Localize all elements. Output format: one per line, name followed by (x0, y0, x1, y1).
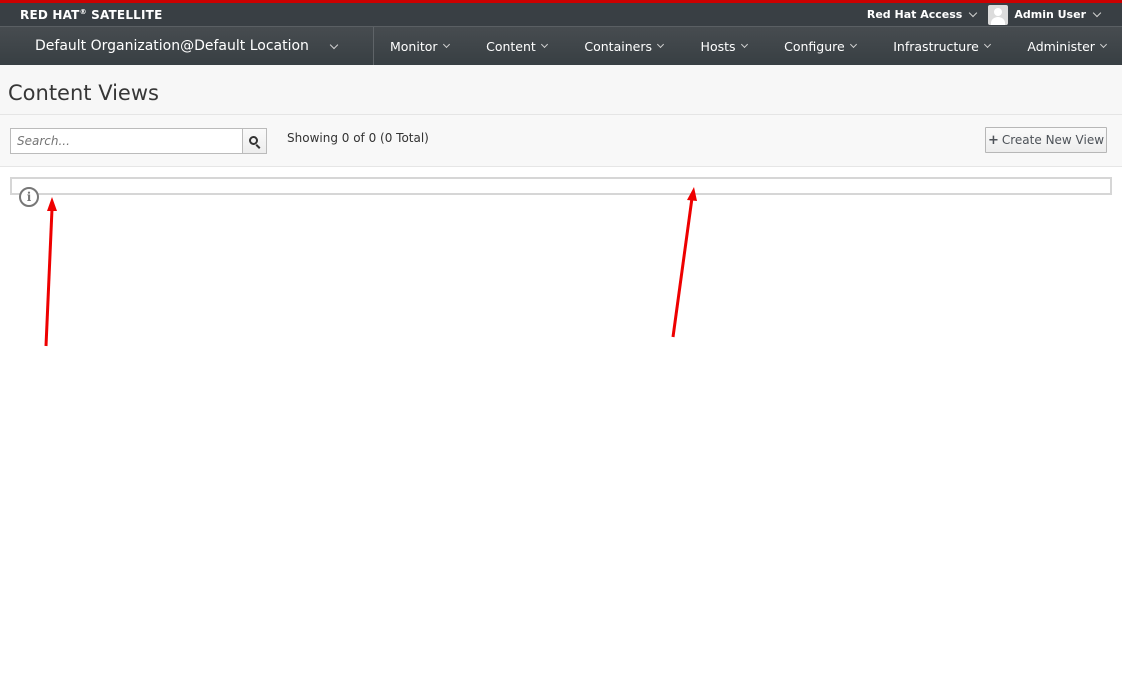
red-hat-access-label: Red Hat Access (866, 8, 963, 21)
chevron-down-icon (969, 8, 978, 18)
info-icon: i (19, 187, 39, 207)
org-location-label: Default Organization@Default Location (35, 38, 309, 54)
create-new-view-button[interactable]: + Create New View (985, 127, 1107, 153)
brand-logo[interactable]: RED HAT® SATELLITE (20, 8, 162, 22)
top-right-menu: Red Hat Access Admin User (866, 4, 1122, 25)
top-brand-bar: RED HAT® SATELLITE Red Hat Access Admin … (0, 0, 1122, 26)
menu-administer[interactable]: Administer (1027, 38, 1107, 54)
brand-name: RED HAT (20, 7, 80, 22)
chevron-down-icon (656, 40, 665, 49)
user-menu-dropdown[interactable]: Admin User (988, 4, 1102, 25)
menu-configure[interactable]: Configure (784, 38, 857, 54)
page-title: Content Views (8, 81, 159, 105)
list-toolbar: Showing 0 of 0 (0 Total) + Create New Vi… (0, 115, 1122, 167)
red-hat-access-dropdown[interactable]: Red Hat Access (866, 8, 978, 21)
search-button[interactable] (242, 128, 267, 154)
menu-content[interactable]: Content (486, 38, 548, 54)
brand-product: SATELLITE (86, 7, 163, 22)
menu-infrastructure[interactable]: Infrastructure (893, 38, 991, 54)
menu-monitor[interactable]: Monitor (390, 38, 450, 54)
menu-label: Content (486, 38, 536, 54)
search-icon (249, 135, 258, 145)
search-input[interactable] (10, 128, 243, 154)
chevron-down-icon (983, 40, 991, 49)
menu-label: Monitor (390, 38, 438, 54)
chevron-down-icon (740, 40, 748, 49)
annotation-arrow-right (671, 187, 697, 338)
menu-containers[interactable]: Containers (584, 38, 665, 54)
menu-label: Configure (784, 38, 845, 54)
annotation-arrow-left (44, 197, 57, 347)
chevron-down-icon (329, 40, 339, 49)
chevron-down-icon (540, 40, 548, 49)
menu-label: Containers (584, 38, 652, 54)
content-views-table (10, 177, 1112, 195)
plus-icon: + (987, 132, 999, 148)
main-menu: Monitor Content Containers Hosts Configu… (374, 27, 1122, 65)
menu-label: Administer (1027, 38, 1095, 54)
create-new-view-label: Create New View (1001, 133, 1105, 147)
menu-label: Hosts (700, 38, 736, 54)
main-navbar: Default Organization@Default Location Mo… (0, 26, 1122, 65)
chevron-down-icon (849, 40, 857, 49)
chevron-down-icon (1099, 40, 1107, 49)
menu-label: Infrastructure (893, 38, 979, 54)
chevron-down-icon (1092, 8, 1102, 18)
chevron-down-icon (442, 40, 450, 49)
results-count: Showing 0 of 0 (0 Total) (287, 131, 429, 145)
user-name-label: Admin User (1014, 8, 1086, 21)
avatar (988, 4, 1009, 25)
org-location-switcher[interactable]: Default Organization@Default Location (0, 27, 374, 65)
page-header: Content Views (0, 65, 1122, 115)
brand-trademark: ® (79, 7, 87, 16)
menu-hosts[interactable]: Hosts (700, 38, 748, 54)
